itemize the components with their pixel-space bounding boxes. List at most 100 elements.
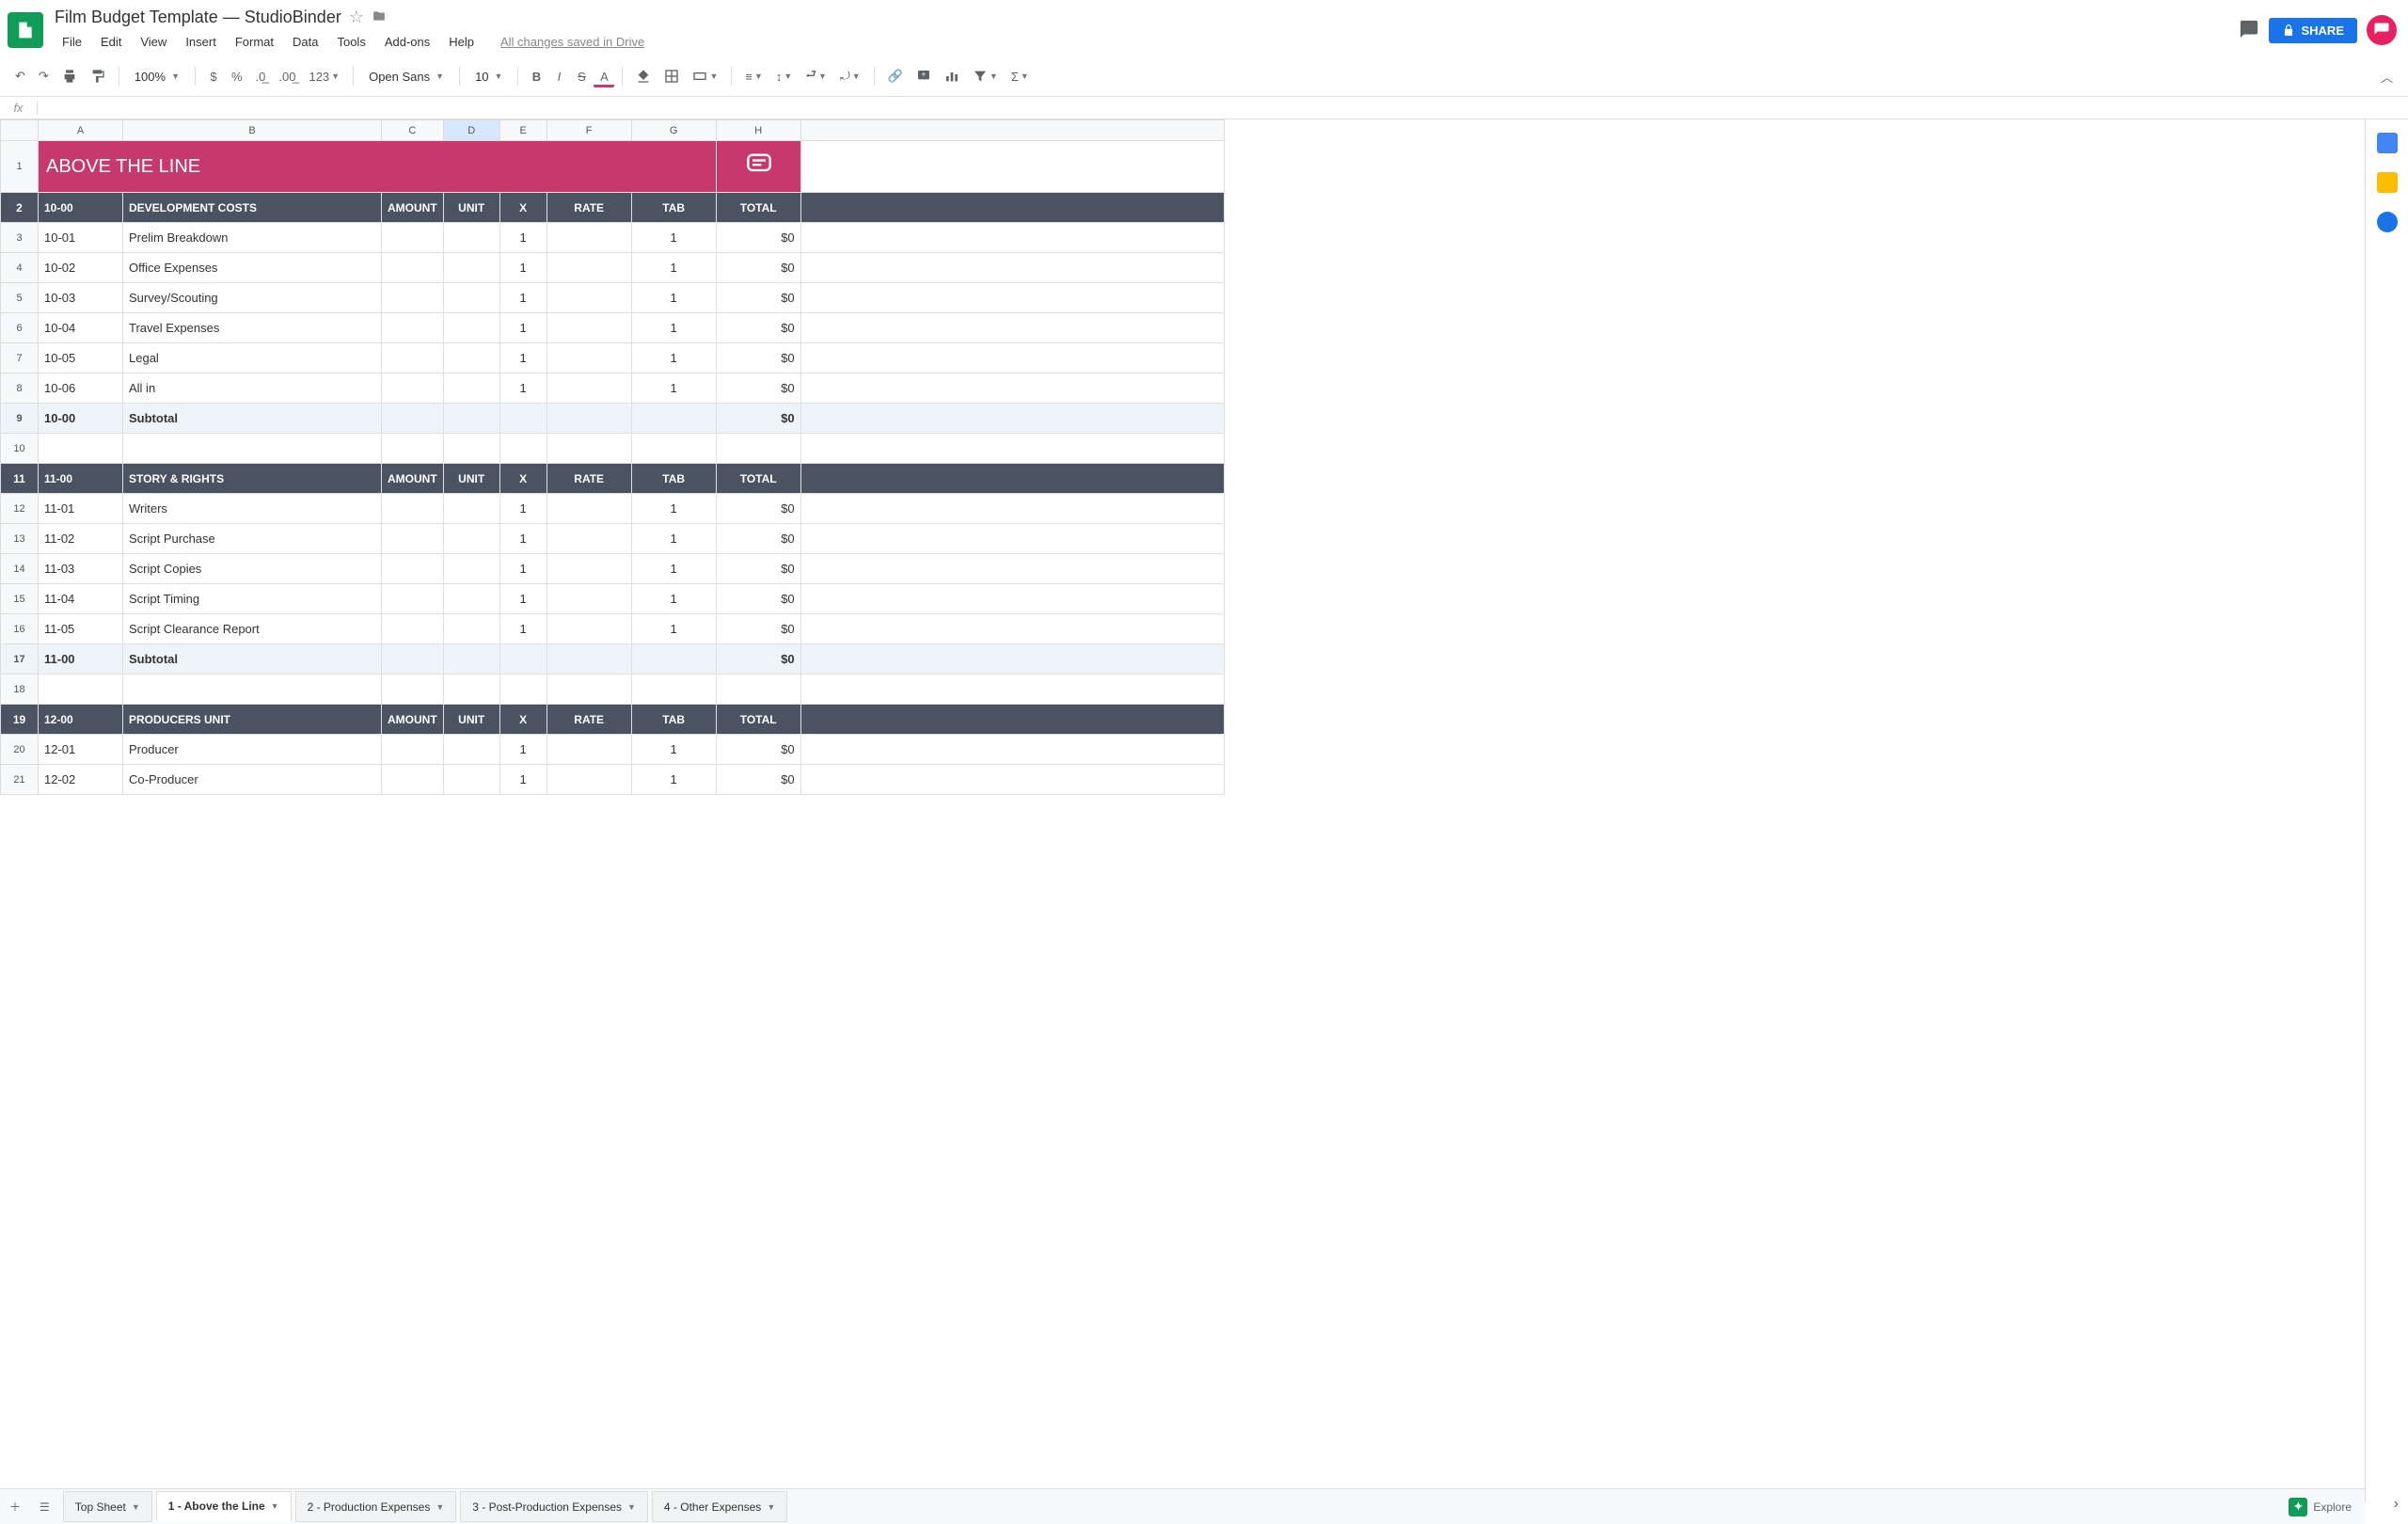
cell[interactable]: PRODUCERS UNIT [123,705,382,735]
sheet-tab[interactable]: 4 - Other Expenses▼ [652,1491,787,1522]
cell[interactable]: UNIT [443,705,499,735]
cell[interactable]: TAB [631,464,716,494]
cell[interactable] [800,644,1224,675]
row-header[interactable]: 9 [1,404,39,434]
sheet-tab[interactable]: 2 - Production Expenses▼ [295,1491,457,1522]
menu-view[interactable]: View [133,31,174,53]
cell[interactable]: 1 [631,343,716,373]
cell[interactable]: Legal [123,343,382,373]
cell[interactable]: TAB [631,705,716,735]
cell[interactable]: 11-05 [39,614,123,644]
cell[interactable]: 11-03 [39,554,123,584]
cell[interactable] [800,404,1224,434]
document-title[interactable]: Film Budget Template — StudioBinder [55,8,341,27]
text-wrap-icon[interactable]: ⮐▼ [800,62,832,90]
cell[interactable] [499,675,547,705]
col-header-C[interactable]: C [382,120,444,141]
cell[interactable]: 10-02 [39,253,123,283]
row-header[interactable]: 1 [1,141,39,193]
cell[interactable] [800,253,1224,283]
tab-menu-icon[interactable]: ▼ [271,1501,279,1511]
cell[interactable] [443,494,499,524]
cell[interactable] [382,373,444,404]
cell[interactable] [800,343,1224,373]
star-icon[interactable]: ☆ [349,8,364,27]
cell[interactable]: $0 [716,283,800,313]
cell[interactable]: X [499,705,547,735]
cell[interactable]: Office Expenses [123,253,382,283]
row-header[interactable]: 7 [1,343,39,373]
cell[interactable]: RATE [547,464,631,494]
cell[interactable]: $0 [716,494,800,524]
row-header[interactable]: 20 [1,735,39,765]
cell[interactable]: 10-05 [39,343,123,373]
col-header-F[interactable]: F [547,120,631,141]
tasks-icon[interactable] [2377,212,2398,232]
cell[interactable]: All in [123,373,382,404]
formula-input[interactable] [38,99,2408,117]
cell[interactable]: 1 [499,223,547,253]
cell[interactable]: 10-03 [39,283,123,313]
strikethrough-icon[interactable]: S [571,66,592,87]
side-panel-toggle-icon[interactable]: › [2394,1496,2399,1513]
tab-menu-icon[interactable]: ▼ [627,1502,636,1512]
menu-insert[interactable]: Insert [178,31,224,53]
cell[interactable]: TOTAL [716,464,800,494]
cell[interactable] [443,584,499,614]
cell[interactable]: $0 [716,584,800,614]
row-header[interactable]: 11 [1,464,39,494]
insert-link-icon[interactable]: 🔗 [882,65,909,87]
banner-comment-icon[interactable] [716,141,800,193]
cell[interactable] [443,765,499,795]
insert-comment-icon[interactable]: + [911,65,937,87]
cell[interactable] [800,735,1224,765]
redo-icon[interactable]: ↷ [33,65,55,87]
cell[interactable] [443,223,499,253]
cell[interactable]: 1 [631,614,716,644]
cell[interactable]: RATE [547,705,631,735]
menu-format[interactable]: Format [228,31,281,53]
cell[interactable]: 10-00 [39,404,123,434]
cell[interactable]: 1 [499,494,547,524]
fx-icon[interactable]: fx [0,101,38,115]
text-rotation-icon[interactable]: ⤾▼ [834,65,866,87]
cell[interactable] [631,404,716,434]
explore-button[interactable]: ✦ Explore [2275,1492,2365,1522]
cell[interactable]: 1 [499,373,547,404]
cell[interactable]: 1 [499,614,547,644]
cell[interactable]: $0 [716,343,800,373]
cell[interactable] [382,434,444,464]
cell[interactable]: Script Timing [123,584,382,614]
cell[interactable]: 11-00 [39,644,123,675]
cell[interactable]: 10-04 [39,313,123,343]
cell[interactable]: 11-02 [39,524,123,554]
cell[interactable] [443,404,499,434]
cell[interactable]: X [499,193,547,223]
row-header[interactable]: 21 [1,765,39,795]
cell[interactable] [382,584,444,614]
cell[interactable]: Writers [123,494,382,524]
col-header-E[interactable]: E [499,120,547,141]
cell[interactable]: AMOUNT [382,705,444,735]
borders-icon[interactable] [658,65,685,87]
cell[interactable] [800,584,1224,614]
folder-icon[interactable] [372,8,387,27]
cell[interactable] [800,373,1224,404]
cell[interactable] [547,524,631,554]
cell[interactable]: Script Copies [123,554,382,584]
decrease-decimal-icon[interactable]: .0̲ [250,66,272,87]
font-select[interactable]: Open Sans▼ [361,66,452,87]
cell[interactable]: 1 [631,494,716,524]
cell[interactable]: 1 [631,223,716,253]
cell[interactable]: 1 [631,373,716,404]
cell[interactable] [382,253,444,283]
cell[interactable] [443,614,499,644]
cell[interactable]: 1 [499,253,547,283]
cell[interactable] [547,283,631,313]
row-header[interactable]: 15 [1,584,39,614]
cell[interactable]: $0 [716,313,800,343]
h-align-icon[interactable]: ≡▼ [739,66,768,87]
cell[interactable] [631,434,716,464]
banner-title[interactable]: ABOVE THE LINE [39,141,717,193]
cell[interactable]: TOTAL [716,705,800,735]
